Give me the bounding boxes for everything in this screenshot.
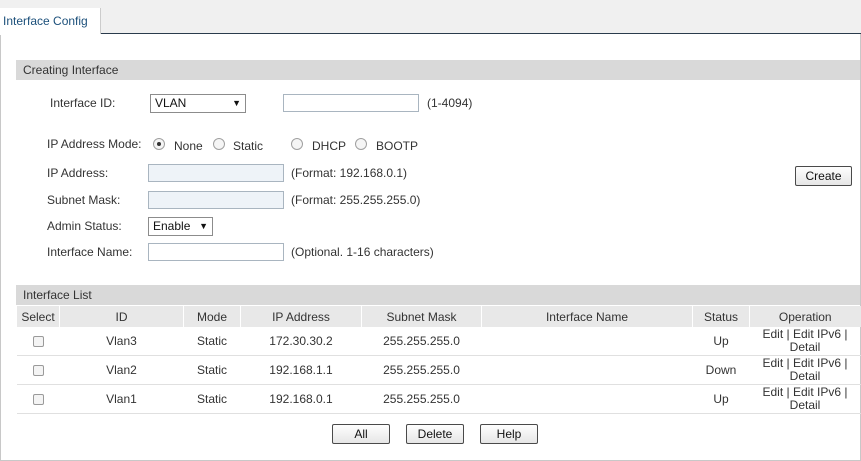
ip-address-label: IP Address: <box>47 166 109 180</box>
edit-link[interactable]: Edit <box>763 327 784 341</box>
ip-mode-dhcp-radio[interactable] <box>291 138 303 150</box>
tab-bar: Interface Config <box>0 0 861 34</box>
interface-type-select[interactable]: VLAN ▼ <box>150 94 246 113</box>
help-button[interactable]: Help <box>480 424 538 444</box>
row-operations: Edit | Edit IPv6 | Detail <box>749 355 861 385</box>
ip-mode-label: IP Address Mode: <box>47 137 142 151</box>
edit-link[interactable]: Edit <box>763 385 784 399</box>
column-header: Mode <box>183 306 241 327</box>
table-row: Vlan2 Static 192.168.1.1 255.255.255.0 D… <box>16 355 861 385</box>
detail-link[interactable]: Detail <box>790 398 821 412</box>
table-row: Vlan1 Static 192.168.0.1 255.255.255.0 U… <box>16 384 861 414</box>
chevron-down-icon: ▼ <box>199 221 208 231</box>
interface-id-label: Interface ID: <box>50 96 116 110</box>
ip-mode-bootp-label: BOOTP <box>376 139 419 153</box>
interface-id-input[interactable] <box>283 94 419 112</box>
admin-status-value: Enable <box>153 219 191 233</box>
row-id: Vlan1 <box>59 384 184 414</box>
admin-status-label: Admin Status: <box>47 219 122 233</box>
row-id: Vlan3 <box>59 327 184 356</box>
column-header: Subnet Mask <box>361 306 482 327</box>
subnet-mask-input[interactable] <box>148 191 284 209</box>
row-select-checkbox[interactable] <box>32 336 44 348</box>
delete-button[interactable]: Delete <box>406 424 464 444</box>
ip-mode-static-radio[interactable] <box>213 138 225 150</box>
separator: | <box>786 385 790 399</box>
row-subnet-mask: 255.255.255.0 <box>361 355 482 385</box>
interface-name-hint: (Optional. 1-16 characters) <box>291 245 434 259</box>
edit-ipv6-link[interactable]: Edit IPv6 <box>793 356 841 370</box>
ip-address-hint: (Format: 192.168.0.1) <box>291 166 408 180</box>
column-header: Select <box>16 306 60 327</box>
ip-mode-none-radio[interactable] <box>153 138 165 150</box>
row-interface-name <box>481 384 693 414</box>
separator: | <box>844 385 848 399</box>
admin-status-select[interactable]: Enable ▼ <box>148 217 213 236</box>
ip-mode-bootp-radio[interactable] <box>355 138 367 150</box>
interface-type-value: VLAN <box>155 96 187 110</box>
interface-table: Select ID Mode IP Address Subnet Mask In… <box>16 306 861 414</box>
ip-mode-dhcp-label: DHCP <box>312 139 347 153</box>
ip-address-input[interactable] <box>148 164 284 182</box>
row-id: Vlan2 <box>59 355 184 385</box>
row-status: Up <box>692 384 750 414</box>
row-ip-address: 192.168.1.1 <box>240 355 362 385</box>
column-header: Operation <box>749 306 861 327</box>
row-ip-address: 192.168.0.1 <box>240 384 362 414</box>
ip-mode-none-label: None <box>174 139 203 153</box>
interface-name-label: Interface Name: <box>47 245 133 259</box>
creating-interface-header: Creating Interface <box>16 60 860 80</box>
row-ip-address: 172.30.30.2 <box>240 327 362 356</box>
separator: | <box>844 356 848 370</box>
detail-link[interactable]: Detail <box>790 369 821 383</box>
separator: | <box>844 327 848 341</box>
detail-link[interactable]: Detail <box>790 340 821 354</box>
chevron-down-icon: ▼ <box>232 98 241 108</box>
ip-mode-static-label: Static <box>233 139 264 153</box>
edit-ipv6-link[interactable]: Edit IPv6 <box>793 327 841 341</box>
row-subnet-mask: 255.255.255.0 <box>361 384 482 414</box>
column-header: IP Address <box>240 306 362 327</box>
interface-name-input[interactable] <box>148 243 284 261</box>
subnet-mask-label: Subnet Mask: <box>47 193 121 207</box>
row-select-checkbox[interactable] <box>32 394 44 406</box>
column-header: ID <box>59 306 184 327</box>
all-button[interactable]: All <box>332 424 390 444</box>
column-header: Status <box>692 306 750 327</box>
interface-id-hint: (1-4094) <box>427 96 473 110</box>
row-subnet-mask: 255.255.255.0 <box>361 327 482 356</box>
separator: | <box>786 356 790 370</box>
interface-list-header: Interface List <box>16 285 860 305</box>
row-mode: Static <box>183 327 241 356</box>
table-row: Vlan3 Static 172.30.30.2 255.255.255.0 U… <box>16 327 861 356</box>
row-mode: Static <box>183 384 241 414</box>
column-header: Interface Name <box>481 306 693 327</box>
row-operations: Edit | Edit IPv6 | Detail <box>749 384 861 414</box>
row-interface-name <box>481 355 693 385</box>
tab-interface-config[interactable]: Interface Config <box>0 8 101 34</box>
edit-link[interactable]: Edit <box>763 356 784 370</box>
table-header-row: Select ID Mode IP Address Subnet Mask In… <box>16 306 861 327</box>
create-button[interactable]: Create <box>795 166 852 186</box>
subnet-mask-hint: (Format: 255.255.255.0) <box>291 193 421 207</box>
row-status: Up <box>692 327 750 356</box>
row-mode: Static <box>183 355 241 385</box>
active-tab-indicator <box>0 32 100 35</box>
row-interface-name <box>481 327 693 356</box>
row-operations: Edit | Edit IPv6 | Detail <box>749 327 861 356</box>
row-status: Down <box>692 355 750 385</box>
separator: | <box>786 327 790 341</box>
row-select-checkbox[interactable] <box>32 365 44 377</box>
edit-ipv6-link[interactable]: Edit IPv6 <box>793 385 841 399</box>
